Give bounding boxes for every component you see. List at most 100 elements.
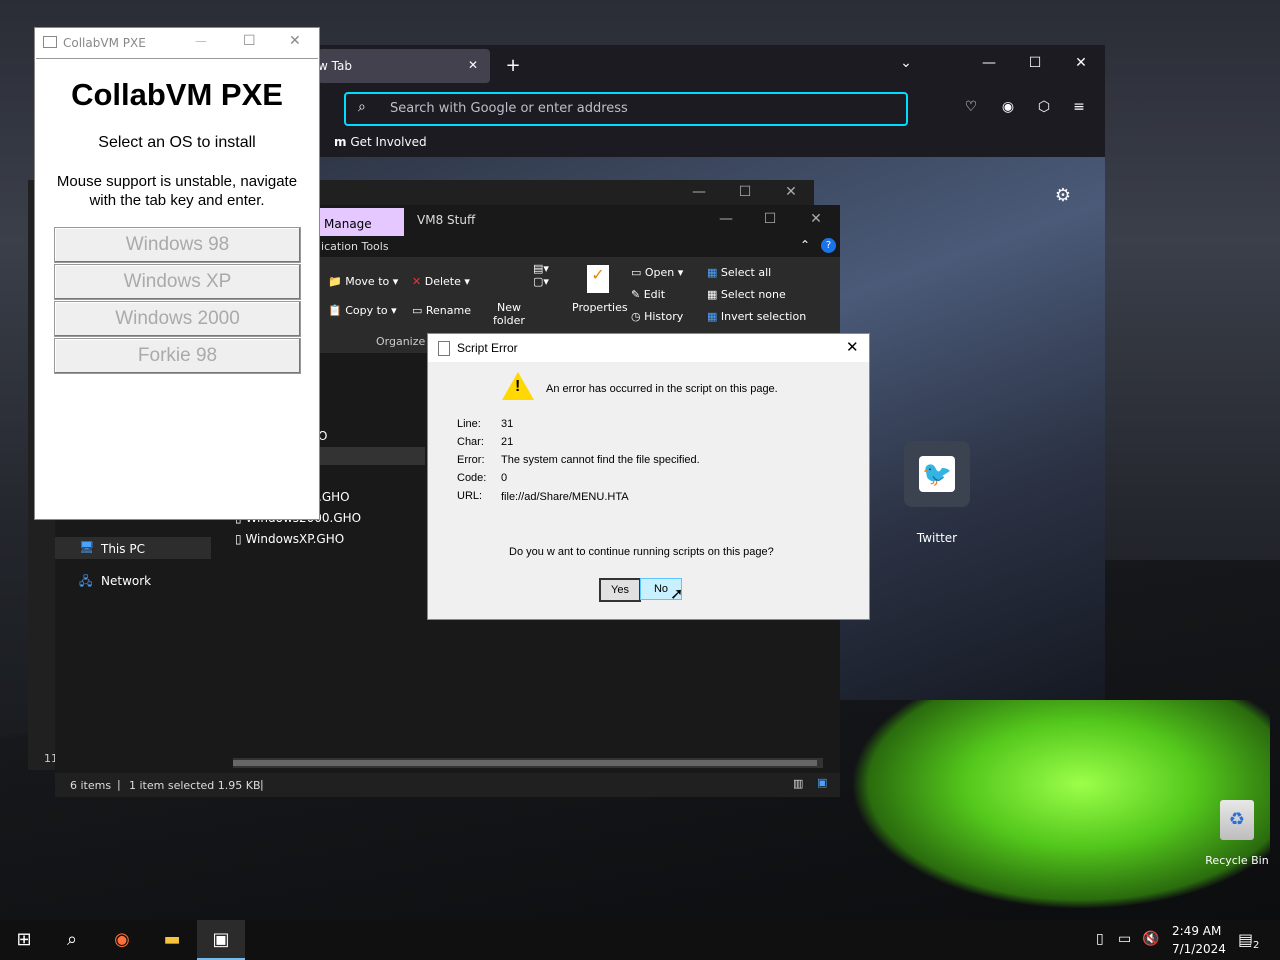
select-all-button[interactable]: ▦ Select all [707,266,771,279]
new-tab-icon[interactable]: + [498,55,528,76]
mouse-cursor-icon: ➚ [670,586,684,603]
copy-to-button[interactable]: 📋 Copy to ▾ [328,304,397,317]
list-tabs-icon[interactable]: ⌄ [891,55,921,71]
field-value: 0 [501,472,508,484]
nav-item-network[interactable]: 🖧 Network [55,569,211,591]
minimize-icon[interactable]: — [974,55,1004,71]
script-error-dialog: Script Error ✕ ! An error has occurred i… [427,333,870,620]
nav-item-this-pc[interactable]: 🖥 This PC [55,537,211,559]
nav-item-label: Network [101,574,152,588]
twitter-icon: 🐦 [904,441,970,507]
cvm-minimize-icon[interactable]: — [195,34,207,48]
browser-tab[interactable]: w Tab ✕ [318,49,490,83]
gear-icon[interactable]: ⚙ [1048,185,1078,206]
firefox-icon[interactable]: ◉ [98,920,146,960]
start-icon[interactable]: ⊞ [0,920,48,960]
twitter-shortcut[interactable]: 🐦 Twitter [904,441,970,545]
menu-icon[interactable]: ≡ [1064,99,1094,115]
field-label: Line: [457,418,481,430]
subtitle: Select an OS to install [98,134,256,151]
collapse-ribbon-icon[interactable]: ⌃ [800,238,810,252]
dialog-close-icon[interactable]: ✕ [846,338,859,356]
field-value: file://ad/Share/MENU.HTA [501,491,629,503]
cvm-close-icon[interactable]: ✕ [289,33,301,49]
dialog-titlebar: Script Error ✕ [428,334,869,362]
browser-tab-label: w Tab [318,59,352,73]
selected-row[interactable] [318,447,425,465]
status-items: 6 items [70,779,112,792]
status-selected: 1 item selected 1.95 KB [129,779,261,792]
network-tray-icon[interactable]: ▭ [1118,931,1131,947]
explorer-maximize-icon[interactable]: ☐ [755,211,785,227]
bookmark-get-involved[interactable]: m Get Involved [334,135,427,149]
properties-icon: ✓ [587,265,609,293]
document-icon [438,341,450,356]
dialog-title: Script Error [457,341,518,355]
search-icon[interactable]: ⌕ [48,920,96,960]
network-icon: 🖧 [79,574,93,588]
os-option-windows-98[interactable]: Windows 98 [54,227,301,263]
explorer-close-icon[interactable]: ✕ [801,211,831,227]
select-none-button[interactable]: ▦ Select none [707,288,786,301]
address-bar[interactable]: ⌕ Search with Google or enter address [344,92,908,126]
mozilla-icon: m [334,135,347,149]
hint-text: Mouse support is unstable, navigate with… [56,173,298,209]
tab-manage-label: Manage [324,217,372,231]
file-explorer-icon[interactable]: ▬ [148,920,196,960]
move-to-button[interactable]: 📁 Move to ▾ [328,275,398,288]
tiles-view-icon[interactable]: ▣ [817,776,827,789]
os-option-windows-xp[interactable]: Windows XP [54,264,301,300]
history-button[interactable]: ◷ History [631,310,683,323]
new-folder-button[interactable]: New folder [493,301,525,327]
recycle-bin[interactable]: ♻ Recycle Bin [1205,800,1269,870]
open-button[interactable]: ▭ Open ▾ [631,266,683,279]
extensions-icon[interactable]: ⬡ [1029,99,1059,115]
yes-button[interactable]: Yes [599,578,641,602]
notification-count: 2 [1251,940,1262,951]
field-value: 31 [501,418,514,430]
file-item[interactable]: ▯ WindowsXP.GHO [235,532,344,546]
search-icon: ⌕ [358,99,366,115]
clock-time[interactable]: 2:49 AM [1172,924,1221,938]
tab-manage[interactable]: Manage [318,208,404,236]
close-tab-icon[interactable]: ✕ [468,58,478,72]
field-value: The system cannot find the file specifie… [501,454,700,466]
volume-muted-icon[interactable]: 🔇 [1142,931,1159,947]
tab-folder-title: VM8 Stuff [417,213,476,227]
back-close-icon[interactable]: ✕ [776,184,806,200]
recycle-bin-label: Recycle Bin [1205,854,1269,867]
properties-button[interactable]: Properties [572,301,628,314]
details-view-icon[interactable]: ▥ [793,777,803,790]
os-option-forkie-98[interactable]: Forkie 98 [54,338,301,374]
pocket-icon[interactable]: ♡ [956,99,986,115]
help-icon[interactable]: ? [821,238,836,253]
field-label: Char: [457,436,484,448]
explorer-minimize-icon[interactable]: — [711,211,741,227]
close-icon[interactable]: ✕ [1066,55,1096,71]
edit-button[interactable]: ✎ Edit [631,288,665,301]
os-option-windows-2000[interactable]: Windows 2000 [54,301,301,337]
back-minimize-icon[interactable]: — [684,184,714,200]
nav-item-label: This PC [101,542,145,556]
new-item-icon[interactable]: ▤▾ ▢▾ [533,262,549,288]
clock-date[interactable]: 7/1/2024 [1172,942,1226,956]
error-message: An error has occurred in the script on t… [546,383,778,395]
horizontal-scrollbar[interactable] [233,758,823,768]
rename-button[interactable]: ▭ Rename [412,304,471,317]
file-item[interactable]: .GHO [318,490,350,504]
app-tools-label: lication Tools [318,240,389,253]
warning-icon: ! [502,372,534,400]
collabvm-window-title: CollabVM PXE [63,36,146,50]
file-icon: ▯ [235,532,242,546]
maximize-icon[interactable]: ☐ [1020,55,1050,71]
cvm-maximize-icon[interactable]: ☐ [243,33,256,49]
hta-app-icon[interactable]: ▣ [197,920,245,960]
account-icon[interactable]: ◉ [993,99,1023,115]
invert-selection-button[interactable]: ▦ Invert selection [707,310,806,323]
delete-button[interactable]: ✕ Delete ▾ [412,275,470,288]
back-maximize-icon[interactable]: ☐ [730,184,760,200]
usb-icon[interactable]: ▯ [1096,931,1104,947]
app-icon [43,36,57,48]
recycle-bin-icon: ♻ [1220,800,1254,840]
collabvm-titlebar: CollabVM PXE — ☐ ✕ [35,28,319,58]
